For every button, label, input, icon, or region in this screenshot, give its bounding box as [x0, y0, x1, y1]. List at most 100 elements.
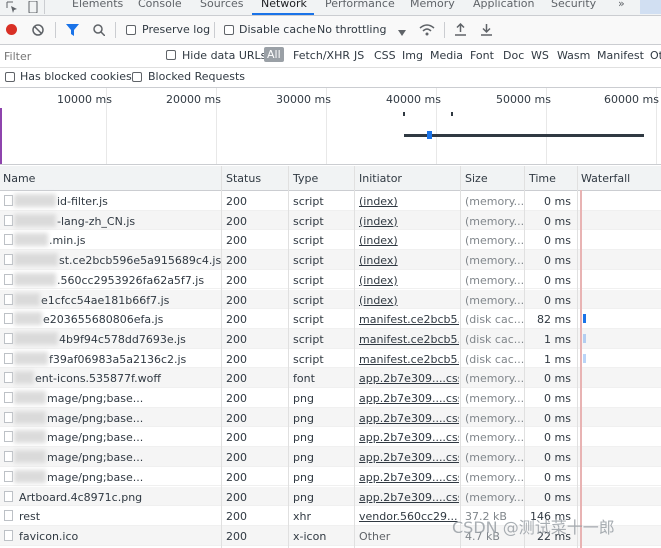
filter-type-wasm[interactable]: Wasm	[557, 49, 590, 62]
table-row[interactable]: e203655680806efa.js 200 script manifest.ce2…	[0, 309, 661, 329]
has-blocked-cookies-checkbox[interactable]	[5, 72, 15, 82]
disable-cache-checkbox[interactable]	[224, 25, 234, 35]
request-initiator[interactable]: (index)	[359, 234, 459, 247]
filter-type-img[interactable]: Img	[402, 49, 423, 62]
request-initiator[interactable]: (index)	[359, 195, 459, 208]
request-initiator[interactable]: manifest.ce2bcb5...	[359, 313, 459, 326]
table-row[interactable]: 4b9f94c578dd7693e.js 200 script manifest.ce…	[0, 328, 661, 349]
request-initiator[interactable]: app.2b7e309....css	[359, 451, 459, 464]
waterfall-bar	[583, 353, 586, 363]
redaction-blur	[14, 272, 56, 286]
filter-type-fetch-xhr[interactable]: Fetch/XHR	[293, 49, 350, 62]
request-initiator[interactable]: (index)	[359, 215, 459, 228]
table-row[interactable]: mage/png;base... 200 png app.2b7e309....css…	[0, 467, 661, 487]
filter-type-ws[interactable]: WS	[531, 49, 549, 62]
tab-sources[interactable]: Sources	[200, 0, 244, 10]
request-initiator[interactable]: vendor.560cc29...	[359, 510, 459, 523]
column-header-time[interactable]: Time	[529, 172, 556, 185]
column-header-type[interactable]: Type	[293, 172, 318, 185]
overview-tick: 60000 ms	[604, 93, 659, 106]
file-icon	[4, 195, 13, 206]
tab-application[interactable]: Application	[473, 0, 534, 10]
table-row[interactable]: -lang-zh_CN.js 200 script (index) (memory...…	[0, 210, 661, 231]
request-initiator[interactable]: manifest.ce2bcb5...	[359, 333, 459, 346]
chevron-down-icon[interactable]	[398, 26, 406, 39]
table-row[interactable]: e1cfcc54ae181b66f7.js 200 script (index) (me…	[0, 289, 661, 310]
tab-security[interactable]: Security	[551, 0, 596, 10]
request-time: 0 ms	[544, 372, 571, 386]
request-time: 0 ms	[544, 470, 571, 484]
column-header-initiator[interactable]: Initiator	[359, 172, 402, 185]
request-size: (memory...	[465, 195, 525, 208]
table-row[interactable]: ent-icons.535877f.woff 200 font app.2b7e309…	[0, 368, 661, 388]
request-initiator[interactable]: (index)	[359, 254, 459, 267]
hide-data-urls-checkbox[interactable]	[166, 50, 176, 60]
table-row[interactable]: id-filter.js 200 script (index) (memory... 0 …	[0, 191, 661, 211]
filter-type-other[interactable]: Ot	[650, 49, 661, 62]
device-toolbar-icon[interactable]	[27, 0, 39, 15]
request-initiator[interactable]: app.2b7e309....css	[359, 431, 459, 444]
filter-type-font[interactable]: Font	[470, 49, 494, 62]
tab-network[interactable]: Network	[261, 0, 307, 10]
more-tabs-icon[interactable]: »	[618, 0, 625, 10]
import-har-icon[interactable]	[455, 22, 466, 39]
record-icon[interactable]	[6, 24, 17, 35]
file-icon	[4, 332, 13, 344]
tab-performance[interactable]: Performance	[325, 0, 395, 10]
waterfall-bar	[583, 333, 586, 343]
waterfall-bar	[583, 314, 586, 324]
request-initiator[interactable]: app.2b7e309....css	[359, 412, 459, 425]
request-initiator[interactable]: app.2b7e309....css	[359, 392, 459, 405]
blocked-requests-checkbox[interactable]	[132, 72, 142, 82]
filter-type-css[interactable]: CSS	[374, 49, 396, 62]
tab-elements[interactable]: Elements	[72, 0, 123, 10]
search-icon[interactable]	[93, 24, 106, 39]
request-name: e1cfcc54ae181b66f7.js	[41, 293, 170, 307]
filter-type-all[interactable]: All	[264, 47, 284, 62]
file-icon	[4, 273, 13, 285]
disable-cache-label: Disable cache	[239, 23, 316, 36]
request-initiator[interactable]: app.2b7e309....css	[359, 491, 459, 504]
request-initiator[interactable]: (index)	[359, 294, 459, 307]
request-time: 0 ms	[544, 234, 571, 248]
table-row[interactable]: .min.js 200 script (index) (memory... 0 ms	[0, 230, 661, 251]
inspect-icon[interactable]	[6, 1, 18, 15]
filter-type-manifest[interactable]: Manifest	[597, 49, 644, 62]
redaction-blur	[14, 371, 34, 385]
column-header-name[interactable]: Name	[3, 172, 35, 185]
filter-type-doc[interactable]: Doc	[503, 49, 524, 62]
request-initiator[interactable]: (index)	[359, 274, 459, 287]
filter-type-media[interactable]: Media	[430, 49, 463, 62]
tab-memory[interactable]: Memory	[410, 0, 455, 10]
request-initiator[interactable]: manifest.ce2bcb5...	[359, 353, 459, 366]
table-row[interactable]: mage/png;base... 200 png app.2b7e309....css…	[0, 447, 661, 467]
table-row[interactable]: mage/png;base... 200 png app.2b7e309....css…	[0, 388, 661, 408]
table-row[interactable]: mage/png;base... 200 png app.2b7e309....css…	[0, 407, 661, 428]
export-har-icon[interactable]	[481, 23, 492, 39]
redaction-blur	[14, 351, 48, 365]
filter-type-js[interactable]: JS	[354, 49, 364, 62]
request-name: f39af06983a5a2136c2.js	[49, 352, 187, 366]
column-header-size[interactable]: Size	[465, 172, 488, 185]
preserve-log-checkbox[interactable]	[126, 25, 136, 35]
network-overview[interactable]: 10000 ms 20000 ms 30000 ms 40000 ms 5000…	[0, 88, 661, 165]
request-type: script	[293, 332, 324, 346]
filter-funnel-icon[interactable]	[66, 24, 79, 39]
table-row[interactable]: f39af06983a5a2136c2.js 200 script manifest.…	[0, 349, 661, 369]
request-initiator[interactable]: app.2b7e309....css	[359, 471, 459, 484]
request-type: font	[293, 372, 315, 386]
table-row[interactable]: st.ce2bcb596e5a915689c4.js 200 script (inde…	[0, 250, 661, 270]
table-row[interactable]: mage/png;base... 200 png app.2b7e309....css…	[0, 427, 661, 448]
throttling-select[interactable]: No throttling	[317, 23, 386, 36]
column-header-waterfall[interactable]: Waterfall	[581, 172, 630, 185]
clear-icon[interactable]	[32, 24, 44, 39]
table-row[interactable]: Artboard.4c8971c.png 200 png app.2b7e309...…	[0, 486, 661, 507]
table-row[interactable]: .560cc2953926fa62a5f7.js 200 script (index)…	[0, 270, 661, 290]
filter-input[interactable]	[2, 48, 156, 65]
tab-console[interactable]: Console	[138, 0, 182, 10]
request-name: .min.js	[49, 234, 86, 248]
network-conditions-icon[interactable]	[419, 23, 435, 39]
request-type: x-icon	[293, 529, 327, 543]
column-header-status[interactable]: Status	[226, 172, 261, 185]
request-initiator[interactable]: app.2b7e309....css	[359, 372, 459, 385]
